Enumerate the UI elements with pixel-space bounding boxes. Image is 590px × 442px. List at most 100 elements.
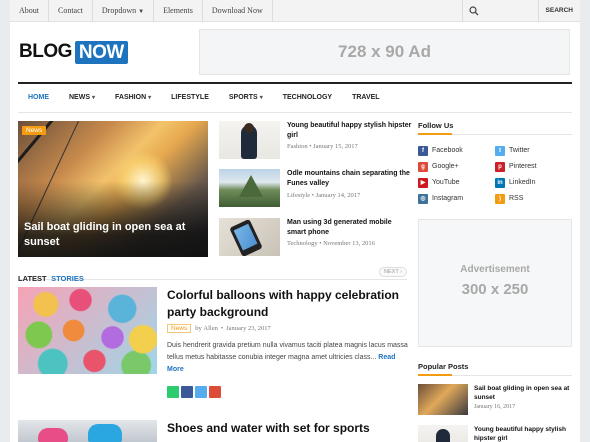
nav-item-label: LIFESTYLE [171,94,209,101]
follow-label: RSS [509,195,524,202]
share-facebook-icon[interactable] [181,386,193,398]
search-input[interactable] [483,2,543,20]
category-badge[interactable]: News [22,126,47,135]
excerpt-text: Duis hendrerit gravida pretium nulla viv… [167,342,408,361]
follow-rss[interactable]: ) RSS [495,192,572,205]
top-menu-about[interactable]: About [10,0,49,22]
latest-stories-heading: LATEST STORIES NEXT › [18,267,407,283]
story-thumbnail[interactable] [18,420,157,442]
ad-size: 300 x 250 [461,281,529,298]
nav-item-home[interactable]: HOME [18,84,59,112]
post-title[interactable]: Odle mountains chain separating the Fune… [287,169,412,189]
nav-item-technology[interactable]: TECHNOLOGY [273,84,342,112]
post-title[interactable]: Young beautiful happy stylish hipster gi… [287,121,412,141]
top-menu-dropdown[interactable]: Dropdown ▼ [93,0,155,22]
facebook-icon: f [418,145,428,156]
popular-posts-widget: Popular Posts [418,362,572,376]
follow-facebook[interactable]: f Facebook [418,144,495,157]
follow-label: Google+ [432,163,459,170]
post-category[interactable]: Lifestyle [287,192,310,199]
follow-pinterest[interactable]: p Pinterest [495,160,572,173]
sidebar: Follow Us f Facebook t Twitter g Google+ pP… [418,121,572,205]
nav-item-fashion[interactable]: FASHION ▾ [105,84,161,112]
follow-instagram[interactable]: ◎ Instagram [418,192,495,205]
rss-icon: ) [495,193,505,204]
chevron-down-icon: ▼ [138,9,145,15]
follow-google-plus[interactable]: g Google+ [418,160,495,173]
featured-main-title[interactable]: Sail boat gliding in open sea at sunset [24,220,202,250]
nav-item-label: TRAVEL [352,94,380,101]
story-meta: News by Allen • January 23, 2017 [167,324,271,333]
main-nav: HOME NEWS ▾ FASHION ▾ LIFESTYLE SPORTS ▾ TE… [18,82,572,113]
sidebar-ad[interactable]: Advertisement 300 x 250 [418,219,572,347]
follow-label: YouTube [432,179,460,186]
top-menu-label: Dropdown [101,6,137,15]
site-logo[interactable]: BLOG NOW [19,40,128,64]
story-title[interactable]: Shoes and water with set for sports [167,420,407,437]
logo-text-blog: BLOG [19,41,72,62]
search-button[interactable]: SEARCH [537,0,580,22]
share-twitter-icon[interactable] [195,386,207,398]
post-thumbnail[interactable] [418,425,468,442]
post-category[interactable]: Fashion [287,143,308,150]
featured-side-post[interactable]: Young beautiful happy stylish hipster gi… [219,121,412,161]
top-search: SEARCH [462,0,580,22]
follow-twitter[interactable]: t Twitter [495,144,572,157]
story-thumbnail[interactable] [18,287,157,374]
nav-item-sports[interactable]: SPORTS ▾ [219,84,273,112]
follow-youtube[interactable]: ▶ YouTube [418,176,495,189]
popular-post[interactable]: Young beautiful happy stylish hipster gi… [418,425,572,442]
follow-linkedin[interactable]: in LinkedIn [495,176,572,189]
share-email-icon[interactable] [167,386,179,398]
next-button[interactable]: NEXT › [379,267,407,277]
post-date: January 23, 2017 [226,325,271,332]
nav-item-travel[interactable]: TRAVEL [342,84,389,112]
follow-label: Instagram [432,195,464,202]
follow-us-title: Follow Us [418,121,572,135]
post-thumbnail[interactable] [219,218,280,256]
featured-main-post[interactable]: News Sail boat gliding in open sea at su… [18,121,208,257]
follow-label: Pinterest [509,163,537,170]
nav-item-label: NEWS [69,94,90,101]
post-meta: Lifestyle • January 14, 2017 [287,192,361,199]
top-bar: About Contact Dropdown ▼ Elements Downloa… [10,0,580,22]
next-label: NEXT [384,269,399,275]
section-title-part2: STORIES [51,274,84,283]
post-thumbnail[interactable] [219,121,280,159]
category-badge[interactable]: News [167,324,192,333]
post-date: January 15, 2017 [313,143,358,150]
top-menu-contact[interactable]: Contact [49,0,93,22]
share-google-plus-icon[interactable] [209,386,221,398]
top-menu-download-now[interactable]: Download Now [203,0,273,22]
search-icon[interactable] [469,6,479,16]
top-menu-elements[interactable]: Elements [154,0,203,22]
logo-text-now: NOW [74,40,128,64]
post-title[interactable]: Sail boat gliding in open sea at sunset [474,384,574,402]
author-link[interactable]: Allen [203,325,217,332]
nav-item-lifestyle[interactable]: LIFESTYLE [161,84,219,112]
nav-item-label: HOME [28,94,49,101]
top-menu-label: Download Now [211,6,263,15]
top-menu-label: Elements [163,6,193,15]
follow-label: Twitter [509,147,530,154]
featured-side-post[interactable]: Man using 3d generated mobile smart phon… [219,218,409,258]
nav-item-label: TECHNOLOGY [282,94,333,101]
post-date: November 13, 2016 [323,240,375,247]
story-title[interactable]: Colorful balloons with happy celebration… [167,287,407,321]
ad-label: Advertisement [460,264,530,275]
follow-label: LinkedIn [509,179,536,186]
post-title[interactable]: Man using 3d generated mobile smart phon… [287,218,412,238]
post-thumbnail[interactable] [418,384,468,415]
featured-side-post[interactable]: Odle mountains chain separating the Fune… [219,169,412,209]
share-buttons [167,386,221,398]
nav-item-news[interactable]: NEWS ▾ [59,84,105,112]
follow-links: f Facebook t Twitter g Google+ p Pinterest ▶… [418,144,572,205]
author-prefix: by [195,325,202,332]
header-ad-banner[interactable]: 728 x 90 Ad [199,29,570,75]
post-title[interactable]: Young beautiful happy stylish hipster gi… [474,425,574,442]
twitter-icon: t [495,145,505,156]
post-thumbnail[interactable] [219,169,280,207]
popular-post[interactable]: Sail boat gliding in open sea at sunset … [418,384,572,416]
page-container: BLOG NOW 728 x 90 Ad HOME NEWS ▾ FASHION ▾… [10,22,580,442]
post-category[interactable]: Technology [287,240,318,247]
